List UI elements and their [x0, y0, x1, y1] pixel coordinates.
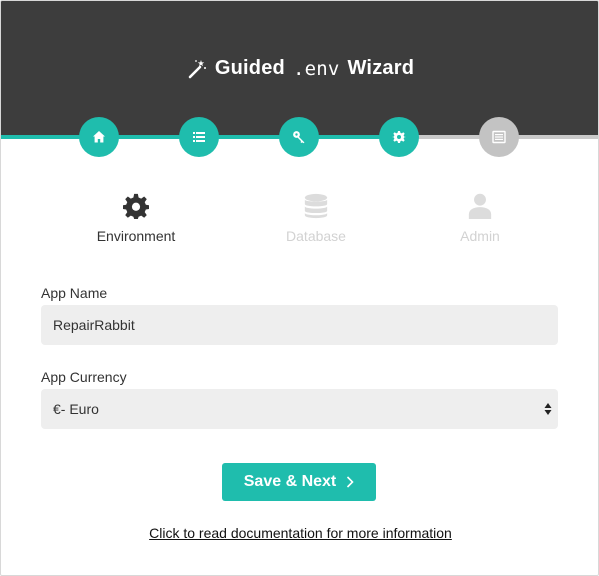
gear-icon	[123, 193, 149, 219]
tab-label: Database	[286, 228, 346, 244]
tab-database[interactable]: Database	[246, 191, 386, 244]
save-next-button[interactable]: Save & Next	[222, 463, 376, 501]
app-name-input[interactable]: RepairRabbit	[41, 305, 558, 345]
wizard-card: Guided .env Wizard Environment Database …	[0, 0, 599, 576]
list-icon	[193, 132, 205, 142]
select-arrows-icon	[544, 403, 552, 415]
title-code: .env	[292, 57, 340, 80]
key-icon	[293, 131, 305, 144]
app-name-label: App Name	[41, 285, 108, 301]
tab-label: Admin	[460, 228, 500, 244]
documentation-link[interactable]: Click to read documentation for more inf…	[1, 525, 598, 541]
tab-label: Environment	[96, 228, 176, 244]
step-list[interactable]	[179, 117, 219, 157]
app-currency-select[interactable]: €- Euro	[41, 389, 558, 429]
step-settings[interactable]	[379, 117, 419, 157]
title-prefix: Guided	[214, 57, 285, 79]
wizard-title: Guided .env Wizard	[1, 57, 598, 80]
app-currency-label: App Currency	[41, 369, 127, 385]
user-icon	[468, 193, 492, 219]
magic-wand-icon	[188, 59, 206, 78]
database-icon	[304, 193, 328, 219]
section-tabs: Environment Database Admin	[1, 191, 598, 251]
gear-icon	[392, 131, 406, 143]
home-icon	[93, 131, 105, 143]
save-next-label: Save & Next	[243, 473, 337, 490]
step-home[interactable]	[79, 117, 119, 157]
tab-admin[interactable]: Admin	[410, 191, 550, 244]
title-suffix: Wizard	[347, 57, 415, 79]
step-key[interactable]	[279, 117, 319, 157]
server-icon	[492, 130, 506, 144]
app-name-value: RepairRabbit	[53, 317, 135, 333]
tab-environment[interactable]: Environment	[66, 191, 206, 244]
chevron-right-icon	[347, 476, 354, 488]
app-currency-value: €- Euro	[53, 401, 99, 417]
step-server[interactable]	[479, 117, 519, 157]
